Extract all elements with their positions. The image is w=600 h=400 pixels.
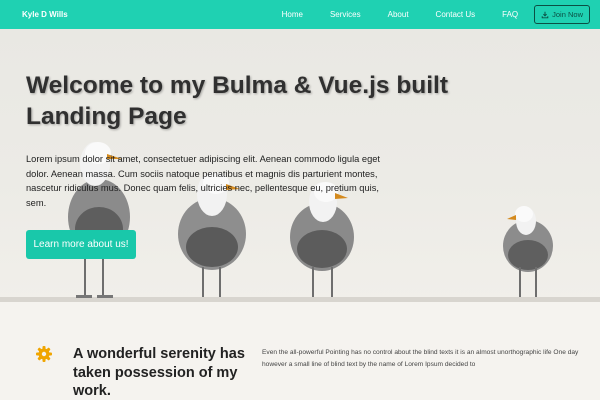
learn-more-button[interactable]: Learn more about us! bbox=[26, 230, 136, 259]
nav-link-faq[interactable]: FAQ bbox=[502, 10, 518, 19]
gear-icon bbox=[36, 346, 52, 362]
nav-link-services[interactable]: Services bbox=[330, 10, 361, 19]
feature-description: Even the all-powerful Pointing has no co… bbox=[262, 349, 579, 368]
nav-link-contact-us[interactable]: Contact Us bbox=[436, 10, 476, 19]
hero-title: Welcome to my Bulma & Vue.js built Landi… bbox=[26, 72, 449, 130]
join-now-label: Join Now bbox=[552, 10, 583, 19]
navbar: Kyle D Wills Home Services About Contact… bbox=[0, 0, 600, 29]
hero-section: Welcome to my Bulma & Vue.js built Landi… bbox=[0, 29, 600, 302]
nav-link-home[interactable]: Home bbox=[282, 10, 303, 19]
hero-description: Lorem ipsum dolor sit amet, consectetuer… bbox=[26, 154, 380, 208]
feature-title: A wonderful serenity has taken possessio… bbox=[73, 346, 245, 399]
nav-links: Home Services About Contact Us FAQ bbox=[282, 10, 519, 19]
download-icon bbox=[541, 11, 549, 18]
brand-name[interactable]: Kyle D Wills bbox=[22, 10, 68, 19]
feature-section: A wonderful serenity has taken possessio… bbox=[0, 302, 600, 400]
join-now-button[interactable]: Join Now bbox=[534, 5, 590, 24]
nav-link-about[interactable]: About bbox=[388, 10, 409, 19]
